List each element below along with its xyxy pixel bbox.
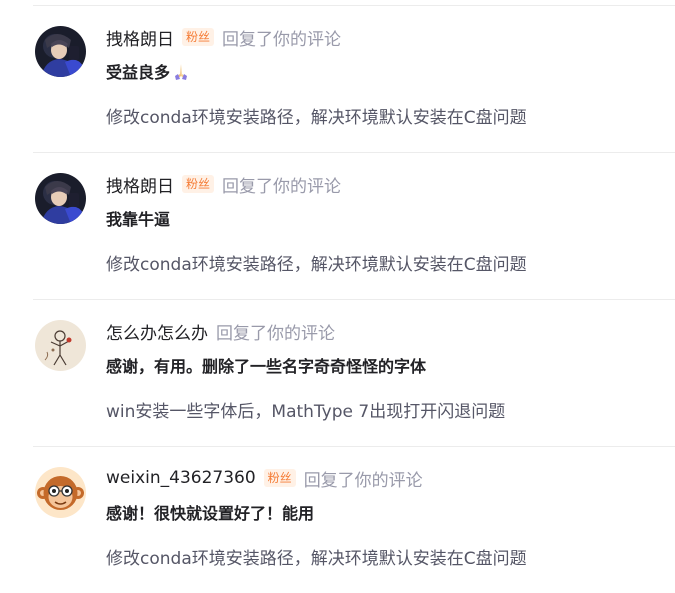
article-link[interactable]: 修改conda环境安装路径，解决环境默认安装在C盘问题 [106, 103, 527, 128]
fan-badge: 粉丝 [263, 469, 296, 487]
avatar[interactable] [35, 320, 86, 371]
comment-content: 我靠牛逼 [106, 210, 171, 229]
comment-text: 感谢，有用。删除了一些名字奇奇怪怪的字体 [106, 353, 426, 377]
notification-header: 拽格朗日 粉丝 回复了你的评论 [106, 172, 342, 197]
notification-header: 拽格朗日 粉丝 回复了你的评论 [106, 25, 342, 50]
username-link[interactable]: 怎么办怎么办 [106, 319, 208, 344]
notification-header: 怎么办怎么办 回复了你的评论 [106, 319, 335, 344]
notification-item: 怎么办怎么办 回复了你的评论 感谢，有用。删除了一些名字奇奇怪怪的字体 win安… [33, 300, 675, 447]
username-link[interactable]: 拽格朗日 [106, 172, 174, 197]
notification-list: 拽格朗日 粉丝 回复了你的评论 受益良多 修改conda环境安装路径，解决环境默… [0, 6, 675, 593]
username-link[interactable]: weixin_43627360 [106, 468, 256, 488]
pray-emoji-icon [173, 62, 189, 80]
action-text: 回复了你的评论 [222, 176, 342, 197]
comment-content: 感谢！很快就设置好了！能用 [106, 504, 315, 523]
monkey-avatar-icon [35, 467, 86, 518]
notification-item: 拽格朗日 粉丝 回复了你的评论 受益良多 修改conda环境安装路径，解决环境默… [33, 6, 675, 153]
comment-text: 受益良多 [106, 59, 189, 83]
notification-item: weixin_43627360 粉丝 回复了你的评论 感谢！很快就设置好了！能用… [33, 447, 675, 593]
avatar[interactable] [35, 173, 86, 224]
article-link[interactable]: win安装一些字体后，MathType 7出现打开闪退问题 [106, 397, 505, 422]
action-text: 回复了你的评论 [216, 323, 335, 344]
comment-text: 感谢！很快就设置好了！能用 [106, 500, 314, 524]
avatar[interactable] [35, 467, 86, 518]
action-text: 回复了你的评论 [303, 470, 423, 491]
notification-item: 拽格朗日 粉丝 回复了你的评论 我靠牛逼 修改conda环境安装路径，解决环境默… [33, 153, 675, 300]
notification-header: weixin_43627360 粉丝 回复了你的评论 [106, 466, 423, 491]
comment-text: 我靠牛逼 [106, 206, 170, 230]
action-text: 回复了你的评论 [222, 29, 342, 50]
sketch-figure-avatar-icon [35, 320, 86, 371]
avatar[interactable] [35, 26, 86, 77]
comment-content: 受益良多 [106, 63, 171, 82]
comment-content: 感谢，有用。删除了一些名字奇奇怪怪的字体 [106, 357, 427, 376]
fan-badge: 粉丝 [182, 28, 215, 46]
username-link[interactable]: 拽格朗日 [106, 25, 174, 50]
fan-badge: 粉丝 [182, 175, 215, 193]
article-link[interactable]: 修改conda环境安装路径，解决环境默认安装在C盘问题 [106, 544, 527, 569]
anime-character-avatar-icon [35, 26, 86, 77]
article-link[interactable]: 修改conda环境安装路径，解决环境默认安装在C盘问题 [106, 250, 527, 275]
anime-character-avatar-icon [35, 173, 86, 224]
